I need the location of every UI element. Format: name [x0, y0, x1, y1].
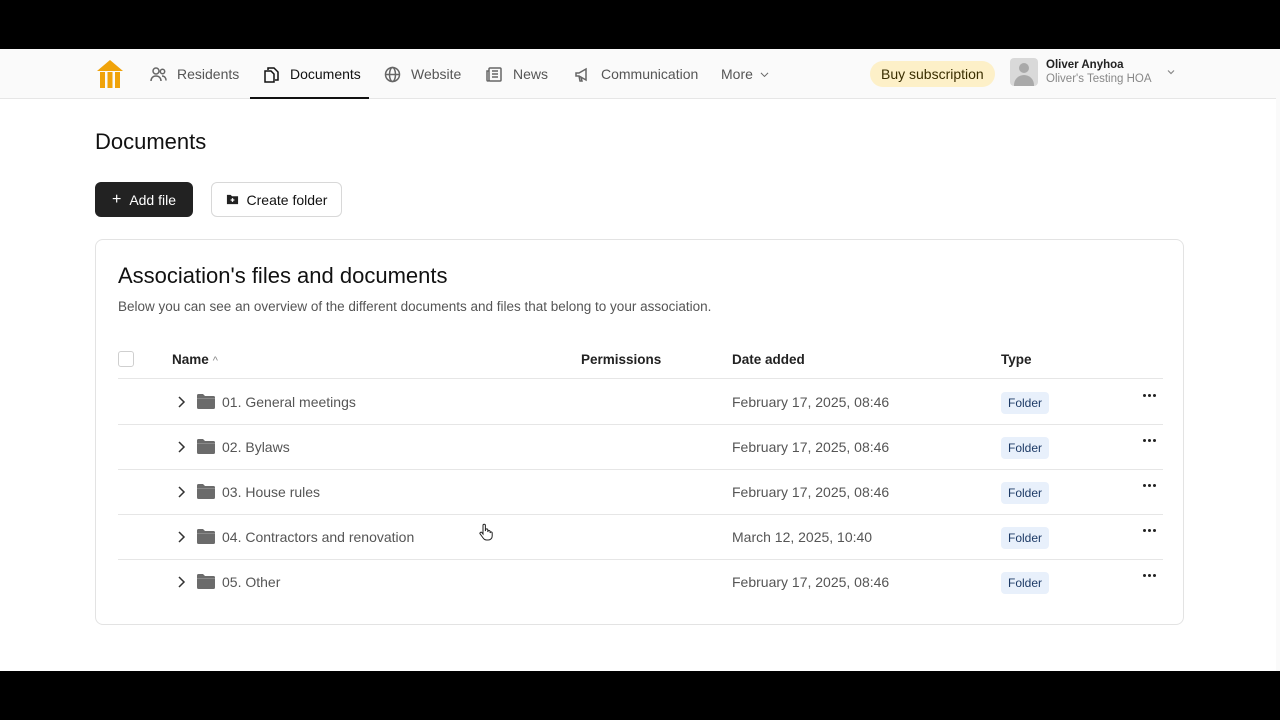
folder-icon: [197, 529, 215, 544]
type-badge: Folder: [1001, 527, 1050, 549]
nav-communication[interactable]: Communication: [574, 49, 698, 99]
card-title: Association's files and documents: [118, 263, 448, 288]
nav-website[interactable]: Website: [384, 49, 461, 99]
expand-chevron-icon[interactable]: [174, 575, 188, 589]
create-folder-button[interactable]: Create folder: [211, 182, 342, 217]
plus-icon: +: [111, 190, 122, 208]
nav-news[interactable]: News: [486, 49, 548, 99]
page-title: Documents: [95, 129, 207, 154]
table-header: Name ^ Permissions Date added Type: [118, 340, 1163, 379]
folder-name[interactable]: 05. Other: [222, 574, 280, 590]
type-badge: Folder: [1001, 572, 1050, 594]
table-row[interactable]: 01. General meetings February 17, 2025, 0…: [118, 380, 1163, 425]
header-date-added: Date added: [732, 352, 805, 367]
nav-website-label: Website: [411, 66, 462, 82]
documents-card: Association's files and documents Below …: [95, 239, 1184, 625]
folder-name[interactable]: 01. General meetings: [222, 394, 356, 410]
expand-chevron-icon[interactable]: [174, 485, 188, 499]
expand-chevron-icon[interactable]: [174, 440, 188, 454]
date-added: February 17, 2025, 08:46: [732, 484, 890, 500]
date-added: February 17, 2025, 08:46: [732, 394, 890, 410]
header-type: Type: [1001, 352, 1032, 367]
chevron-down-icon: [760, 72, 769, 77]
buy-subscription-button[interactable]: Buy subscription: [870, 61, 995, 87]
hand-pointer-cursor-icon: [479, 523, 493, 541]
nav-news-label: News: [513, 66, 549, 82]
header-permissions: Permissions: [581, 352, 662, 367]
expand-chevron-icon[interactable]: [174, 395, 188, 409]
add-file-button[interactable]: + Add file: [95, 182, 193, 217]
folder-name[interactable]: 02. Bylaws: [222, 439, 290, 455]
megaphone-icon: [575, 67, 587, 82]
row-actions-more-icon[interactable]: [1140, 476, 1158, 494]
user-menu-chevron-icon: [1167, 70, 1174, 75]
folder-icon: [197, 394, 215, 409]
row-actions-more-icon[interactable]: [1140, 431, 1158, 449]
header-name[interactable]: Name ^: [172, 352, 218, 367]
expand-chevron-icon[interactable]: [174, 530, 188, 544]
nav-residents[interactable]: Residents: [150, 49, 239, 99]
user-menu[interactable]: Oliver Anyhoa Oliver's Testing HOA: [1010, 58, 1176, 86]
folder-icon: [197, 574, 215, 589]
folder-name[interactable]: 04. Contractors and renovation: [222, 529, 414, 545]
active-tab-indicator: [250, 97, 369, 99]
globe-icon: [384, 66, 401, 82]
nav-documents[interactable]: Documents: [263, 49, 361, 99]
type-badge: Folder: [1001, 392, 1050, 414]
documents-icon: [264, 66, 279, 83]
folder-icon: [197, 439, 215, 454]
top-navbar: Residents Documents Website News Communi…: [0, 49, 1280, 99]
card-subtitle: Below you can see an overview of the dif…: [118, 299, 712, 314]
type-badge: Folder: [1001, 437, 1050, 459]
add-file-label: Add file: [129, 191, 177, 208]
nav-communication-label: Communication: [601, 66, 699, 82]
avatar: [1010, 58, 1038, 86]
nav-more-label: More: [721, 66, 753, 82]
residents-icon: [150, 66, 167, 81]
user-organization: Oliver's Testing HOA: [1046, 73, 1152, 85]
create-folder-label: Create folder: [246, 191, 328, 208]
page-scrollbar[interactable]: [1276, 49, 1280, 671]
newspaper-icon: [486, 66, 502, 82]
table-row[interactable]: 02. Bylaws February 17, 2025, 08:46 Folder: [118, 425, 1163, 470]
sort-ascending-icon: ^: [212, 355, 218, 367]
nav-more[interactable]: More: [721, 49, 770, 99]
hoa-logo-icon[interactable]: [96, 59, 124, 89]
table-row[interactable]: 03. House rules February 17, 2025, 08:46 F…: [118, 470, 1163, 515]
app-viewport: Residents Documents Website News Communi…: [0, 49, 1280, 671]
nav-residents-label: Residents: [177, 66, 240, 82]
date-added: February 17, 2025, 08:46: [732, 439, 890, 455]
table-row[interactable]: 04. Contractors and renovation March 12, …: [118, 515, 1163, 560]
header-name-label: Name: [172, 352, 209, 367]
nav-documents-label: Documents: [290, 66, 361, 82]
folder-icon: [197, 484, 215, 499]
select-all-checkbox[interactable]: [118, 351, 134, 367]
folder-plus-icon: [226, 194, 238, 205]
row-actions-more-icon[interactable]: [1140, 386, 1158, 404]
row-actions-more-icon[interactable]: [1140, 566, 1158, 584]
table-row[interactable]: 05. Other February 17, 2025, 08:46 Folder: [118, 560, 1163, 605]
user-name: Oliver Anyhoa: [1046, 59, 1124, 71]
date-added: March 12, 2025, 10:40: [732, 529, 873, 545]
type-badge: Folder: [1001, 482, 1050, 504]
date-added: February 17, 2025, 08:46: [732, 574, 890, 590]
folder-name[interactable]: 03. House rules: [222, 484, 320, 500]
row-actions-more-icon[interactable]: [1140, 521, 1158, 539]
